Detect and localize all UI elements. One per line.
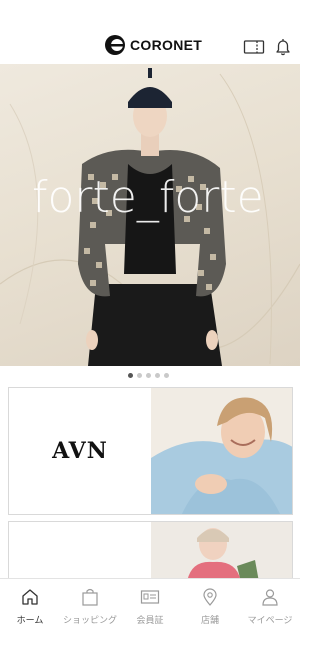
carousel-dot-active[interactable] — [128, 373, 133, 378]
shopping-bag-icon — [82, 588, 98, 606]
tab-member-card[interactable]: 会員証 — [120, 587, 180, 626]
tab-stores[interactable]: 店舗 — [180, 587, 240, 626]
brand-card[interactable] — [8, 521, 293, 581]
carousel-pagination — [128, 373, 169, 378]
bell-icon[interactable] — [272, 38, 294, 56]
bottom-tab-bar: ホーム ショッピング 会員証 店舗 マイページ — [0, 578, 300, 650]
ticket-icon[interactable] — [243, 38, 265, 56]
carousel-dot[interactable] — [137, 373, 142, 378]
tab-label: 会員証 — [136, 616, 164, 626]
tab-shopping[interactable]: ショッピング — [60, 587, 120, 626]
tab-mypage[interactable]: マイページ — [240, 587, 300, 626]
brand-name: CORONET — [130, 37, 203, 53]
brand-logo[interactable]: CORONET — [104, 34, 202, 56]
person-icon — [262, 589, 278, 606]
member-card-icon — [140, 590, 160, 604]
carousel-dot[interactable] — [164, 373, 169, 378]
hero-brand-text: forte_forte — [32, 172, 264, 223]
tab-label: マイページ — [247, 616, 293, 626]
location-pin-icon — [203, 588, 217, 606]
tab-label: 店舗 — [200, 616, 219, 626]
coronet-logo-icon — [105, 35, 125, 55]
carousel-dot[interactable] — [155, 373, 160, 378]
brand-card-image — [151, 522, 292, 580]
brand-card-avn[interactable]: AVN — [8, 387, 293, 515]
tab-label: ショッピング — [62, 616, 117, 626]
tab-home[interactable]: ホーム — [0, 587, 60, 626]
hero-banner[interactable]: forte_forte — [0, 64, 300, 366]
home-icon — [22, 589, 38, 605]
brand-card-image — [151, 388, 292, 514]
brand-card-label — [9, 522, 151, 580]
brand-card-label: AVN — [52, 438, 108, 464]
tab-label: ホーム — [16, 616, 44, 626]
carousel-dot[interactable] — [146, 373, 151, 378]
app-header: CORONET — [0, 0, 300, 64]
